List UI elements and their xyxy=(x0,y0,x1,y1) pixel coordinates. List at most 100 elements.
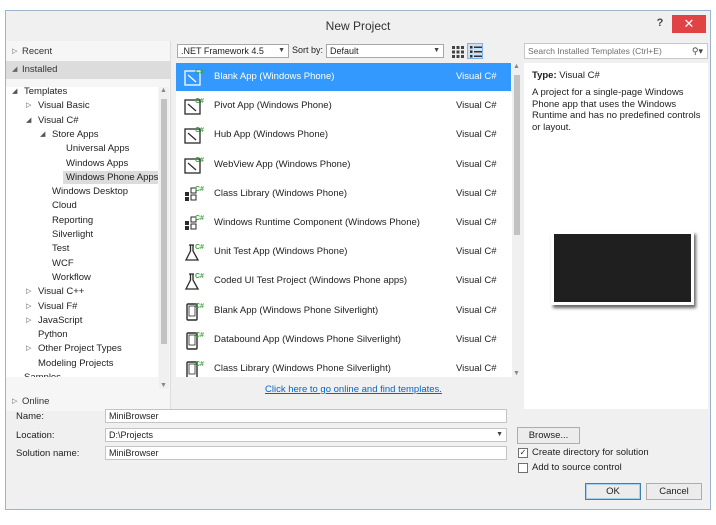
template-row[interactable]: C# Databound App (Windows Phone Silverlig… xyxy=(176,326,511,354)
create-directory-checkbox[interactable]: ✓ xyxy=(518,448,528,458)
tree-item[interactable]: Universal Apps xyxy=(66,142,129,155)
template-row[interactable]: C# Blank App (Windows Phone) Visual C# xyxy=(176,63,511,91)
tree-item-label: Visual Basic xyxy=(38,100,90,112)
list-scroll-thumb[interactable] xyxy=(514,75,520,235)
scroll-down-icon[interactable]: ▼ xyxy=(160,382,167,389)
phone-device-icon: C# xyxy=(184,301,204,321)
template-language: Visual C# xyxy=(456,100,497,112)
template-row[interactable]: C# Blank App (Windows Phone Silverlight) V… xyxy=(176,297,511,325)
tree-item-label: Reporting xyxy=(52,214,94,226)
name-label: Name: xyxy=(16,411,44,422)
tree-scroll-thumb[interactable] xyxy=(161,99,167,344)
help-button[interactable]: ? xyxy=(653,16,667,30)
template-row[interactable]: C# WebView App (Windows Phone) Visual C# xyxy=(176,151,511,179)
tree-item-label: Modeling Projects xyxy=(38,357,114,369)
find-templates-online-link[interactable]: Click here to go online and find templat… xyxy=(265,384,442,395)
template-row[interactable]: C# Windows Runtime Component (Windows Pho… xyxy=(176,209,511,237)
list-view-icon xyxy=(470,46,482,58)
collapsed-arrow-icon[interactable]: ▷ xyxy=(26,342,31,355)
svg-text:C#: C# xyxy=(195,361,204,368)
tree-item[interactable]: Workflow xyxy=(52,271,91,284)
template-list-scrollbar[interactable]: ▲ ▼ xyxy=(512,63,522,377)
framework-dropdown[interactable]: .NET Framework 4.5 ▼ xyxy=(177,44,289,58)
tree-item[interactable]: ▷ JavaScript xyxy=(26,314,82,327)
installed-section[interactable]: ◢ Installed xyxy=(6,61,171,79)
list-view-button[interactable] xyxy=(467,43,483,59)
tree-item-label: Windows Apps xyxy=(66,157,129,169)
template-type: Type: Visual C# xyxy=(532,70,600,81)
tree-item-label: Visual C++ xyxy=(38,286,85,298)
template-row[interactable]: C# Unit Test App (Windows Phone) Visual C# xyxy=(176,238,511,266)
tree-item[interactable]: ▷ Other Project Types xyxy=(26,342,122,355)
tree-item[interactable]: ◢ Templates xyxy=(12,87,68,98)
tree-item[interactable]: ▷ Visual C++ xyxy=(26,285,85,298)
tree-scrollbar[interactable]: ▲ ▼ xyxy=(159,87,169,389)
scroll-up-icon[interactable]: ▲ xyxy=(513,63,520,70)
title-bar[interactable]: New Project ? ✕ xyxy=(6,11,710,41)
add-source-control-checkbox[interactable] xyxy=(518,463,528,473)
collapsed-arrow-icon[interactable]: ▷ xyxy=(26,314,31,327)
template-name: Blank App (Windows Phone Silverlight) xyxy=(214,304,379,316)
template-name: Blank App (Windows Phone) xyxy=(214,71,335,82)
tree-item[interactable]: Test xyxy=(52,242,69,255)
tree-item[interactable]: Cloud xyxy=(52,199,77,212)
tree-item[interactable]: ▷ Visual F# xyxy=(26,300,77,313)
template-language: Visual C# xyxy=(456,187,497,199)
tree-item[interactable]: Reporting xyxy=(52,214,93,227)
tree-item[interactable]: WCF xyxy=(52,257,74,270)
tree-item-label: Windows Desktop xyxy=(52,186,129,198)
solution-name-label: Solution name: xyxy=(16,448,80,459)
ok-button[interactable]: OK xyxy=(585,483,641,500)
search-placeholder: Search Installed Templates (Ctrl+E) xyxy=(528,46,662,56)
tree-item[interactable]: Silverlight xyxy=(52,228,93,241)
tree-item[interactable]: Windows Apps xyxy=(66,157,128,170)
sort-dropdown[interactable]: Default ▼ xyxy=(326,44,444,58)
tree-item-label: Templates xyxy=(24,87,68,97)
solution-name-input[interactable]: MiniBrowser xyxy=(105,446,507,460)
template-row[interactable]: C# Hub App (Windows Phone) Visual C# xyxy=(176,121,511,149)
browse-button[interactable]: Browse... xyxy=(517,427,580,444)
template-row[interactable]: C# Class Library (Windows Phone) Visual C# xyxy=(176,180,511,208)
chevron-down-icon[interactable]: ▼ xyxy=(496,429,503,441)
tree-item[interactable]: Windows Desktop xyxy=(52,185,128,198)
test-flask-icon: C# xyxy=(184,271,204,291)
close-button[interactable]: ✕ xyxy=(672,15,706,33)
small-icons-view-button[interactable] xyxy=(449,43,465,59)
dialog-title: New Project xyxy=(325,19,391,33)
search-input[interactable]: Search Installed Templates (Ctrl+E) ⚲▾ xyxy=(524,43,708,59)
tree-item[interactable]: ▷ Visual Basic xyxy=(26,99,90,112)
collapsed-arrow-icon[interactable]: ▷ xyxy=(26,285,31,298)
scroll-up-icon[interactable]: ▲ xyxy=(160,87,167,94)
left-navigation: ▷ Recent ◢ Installed ◢ Templates ▷ Visual B… xyxy=(6,41,171,411)
name-input[interactable]: MiniBrowser xyxy=(105,409,507,423)
search-icon[interactable]: ⚲▾ xyxy=(692,44,703,58)
class-library-icon: C# xyxy=(184,213,204,233)
tree-item[interactable]: ◢ Store Apps xyxy=(40,128,98,141)
phone-app-icon: C# xyxy=(184,125,204,145)
expanded-arrow-icon[interactable]: ◢ xyxy=(26,114,31,127)
tree-item[interactable]: ◢ Visual C# xyxy=(26,114,79,127)
grid-view-icon xyxy=(452,46,464,58)
tree-item[interactable]: Python xyxy=(38,328,68,341)
template-name: WebView App (Windows Phone) xyxy=(214,158,351,170)
tree-item[interactable]: Windows Phone Apps xyxy=(63,170,158,184)
template-row[interactable]: C# Coded UI Test Project (Windows Phone a… xyxy=(176,267,511,295)
template-row[interactable]: C# Class Library (Windows Phone Silverlig… xyxy=(176,355,511,377)
location-combobox[interactable]: D:\Projects ▼ xyxy=(105,428,507,442)
tree-item-label: Universal Apps xyxy=(66,143,130,155)
tree-item[interactable]: Modeling Projects xyxy=(38,357,114,370)
sort-value: Default xyxy=(330,46,359,56)
online-label: Online xyxy=(22,396,50,407)
expanded-arrow-icon[interactable]: ◢ xyxy=(12,87,17,98)
svg-text:C#: C# xyxy=(195,215,204,222)
scroll-down-icon[interactable]: ▼ xyxy=(513,370,520,377)
tree-item[interactable]: Samples xyxy=(24,371,61,377)
template-row[interactable]: C# Pivot App (Windows Phone) Visual C# xyxy=(176,92,511,120)
cancel-button[interactable]: Cancel xyxy=(646,483,702,500)
expanded-arrow-icon[interactable]: ◢ xyxy=(40,128,45,141)
template-name: Coded UI Test Project (Windows Phone app… xyxy=(214,275,408,287)
recent-section[interactable]: ▷ Recent xyxy=(6,43,171,61)
tree-item-label: Workflow xyxy=(52,271,91,283)
collapsed-arrow-icon[interactable]: ▷ xyxy=(26,99,31,112)
collapsed-arrow-icon[interactable]: ▷ xyxy=(26,300,31,313)
